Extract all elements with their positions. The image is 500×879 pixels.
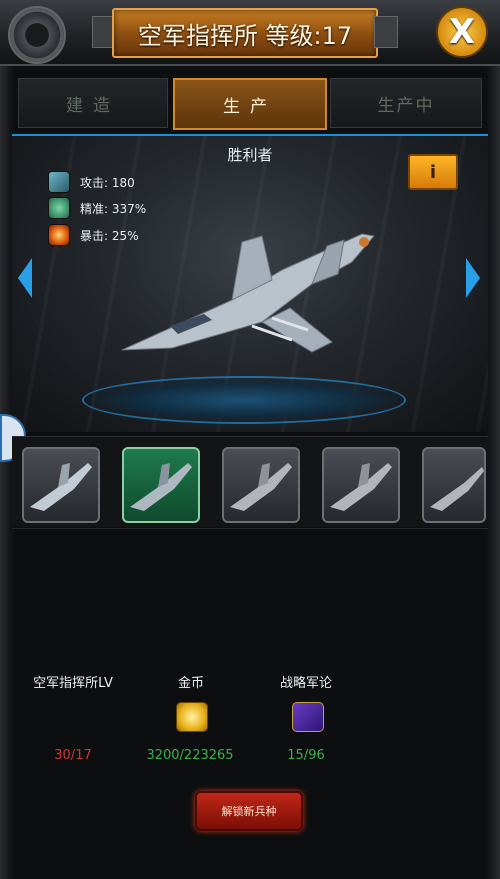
- unit-name: 胜利者: [227, 146, 273, 164]
- crosshair-icon: [48, 197, 70, 219]
- info-icon: i: [429, 161, 437, 183]
- tab-build-label: 建造: [66, 95, 120, 116]
- requirement-command-level-value: 30/17: [54, 748, 92, 763]
- requirement-strategy-value: 15/96: [287, 748, 325, 763]
- tab-build[interactable]: 建造: [18, 78, 168, 128]
- page-title: 空军指挥所 等级:17: [112, 8, 378, 58]
- title-bracket: [374, 16, 398, 48]
- unlock-new-unit-button[interactable]: 解锁新兵种: [195, 791, 303, 831]
- strategy-book-icon: [292, 702, 324, 732]
- stat-attack-label: 攻击: 180: [80, 175, 135, 190]
- stat-accuracy-label: 精准: 337%: [80, 201, 147, 216]
- top-bar: 空军指挥所 等级:17 X: [0, 0, 500, 66]
- display-platform: [82, 376, 406, 424]
- unit-thumbnail[interactable]: [222, 447, 300, 523]
- unit-thumbnail-list: [12, 436, 488, 527]
- tab-in-production[interactable]: 生产中: [330, 78, 482, 128]
- next-unit-arrow[interactable]: [466, 258, 480, 298]
- requirement-gold-label: 金币: [177, 676, 204, 691]
- requirement-strategy-label: 战略军论: [279, 676, 332, 691]
- unit-thumbnail[interactable]: [422, 447, 486, 523]
- info-button[interactable]: i: [408, 154, 458, 190]
- page-title-text: 空军指挥所 等级:17: [137, 21, 353, 50]
- stat-attack: 攻击: 180: [48, 170, 135, 194]
- unit-thumbnail-selected[interactable]: [122, 447, 200, 523]
- unit-preview-panel: 胜利者 i 攻击: 180 精准: 337% 暴击: 25%: [12, 134, 488, 432]
- jet-icon: [30, 463, 92, 511]
- jet-icon: [330, 463, 392, 511]
- jet-icon: [130, 463, 192, 511]
- tab-in-production-label: 生产中: [377, 95, 435, 116]
- fighter-jet-image: [121, 233, 375, 353]
- requirement-gold-value: 3200/223265: [146, 748, 234, 763]
- gear-icon: [8, 6, 66, 64]
- missile-icon: [48, 171, 70, 193]
- unit-thumbnail[interactable]: [322, 447, 400, 523]
- jet-icon: [230, 463, 292, 511]
- unlock-new-unit-label: 解锁新兵种: [221, 805, 277, 818]
- prev-unit-arrow[interactable]: [18, 258, 32, 298]
- divider: [12, 528, 488, 529]
- jet-icon: [430, 467, 484, 511]
- tab-produce[interactable]: 生产: [173, 78, 327, 130]
- close-button[interactable]: X: [436, 6, 488, 58]
- explosion-icon: [48, 224, 70, 246]
- unit-thumbnail[interactable]: [22, 447, 100, 523]
- stat-accuracy: 精准: 337%: [48, 196, 146, 220]
- requirement-command-level-label: 空军指挥所LV: [33, 676, 113, 691]
- close-icon: X: [448, 12, 476, 52]
- gold-coin-icon: [176, 702, 208, 732]
- tab-produce-label: 生产: [223, 96, 277, 117]
